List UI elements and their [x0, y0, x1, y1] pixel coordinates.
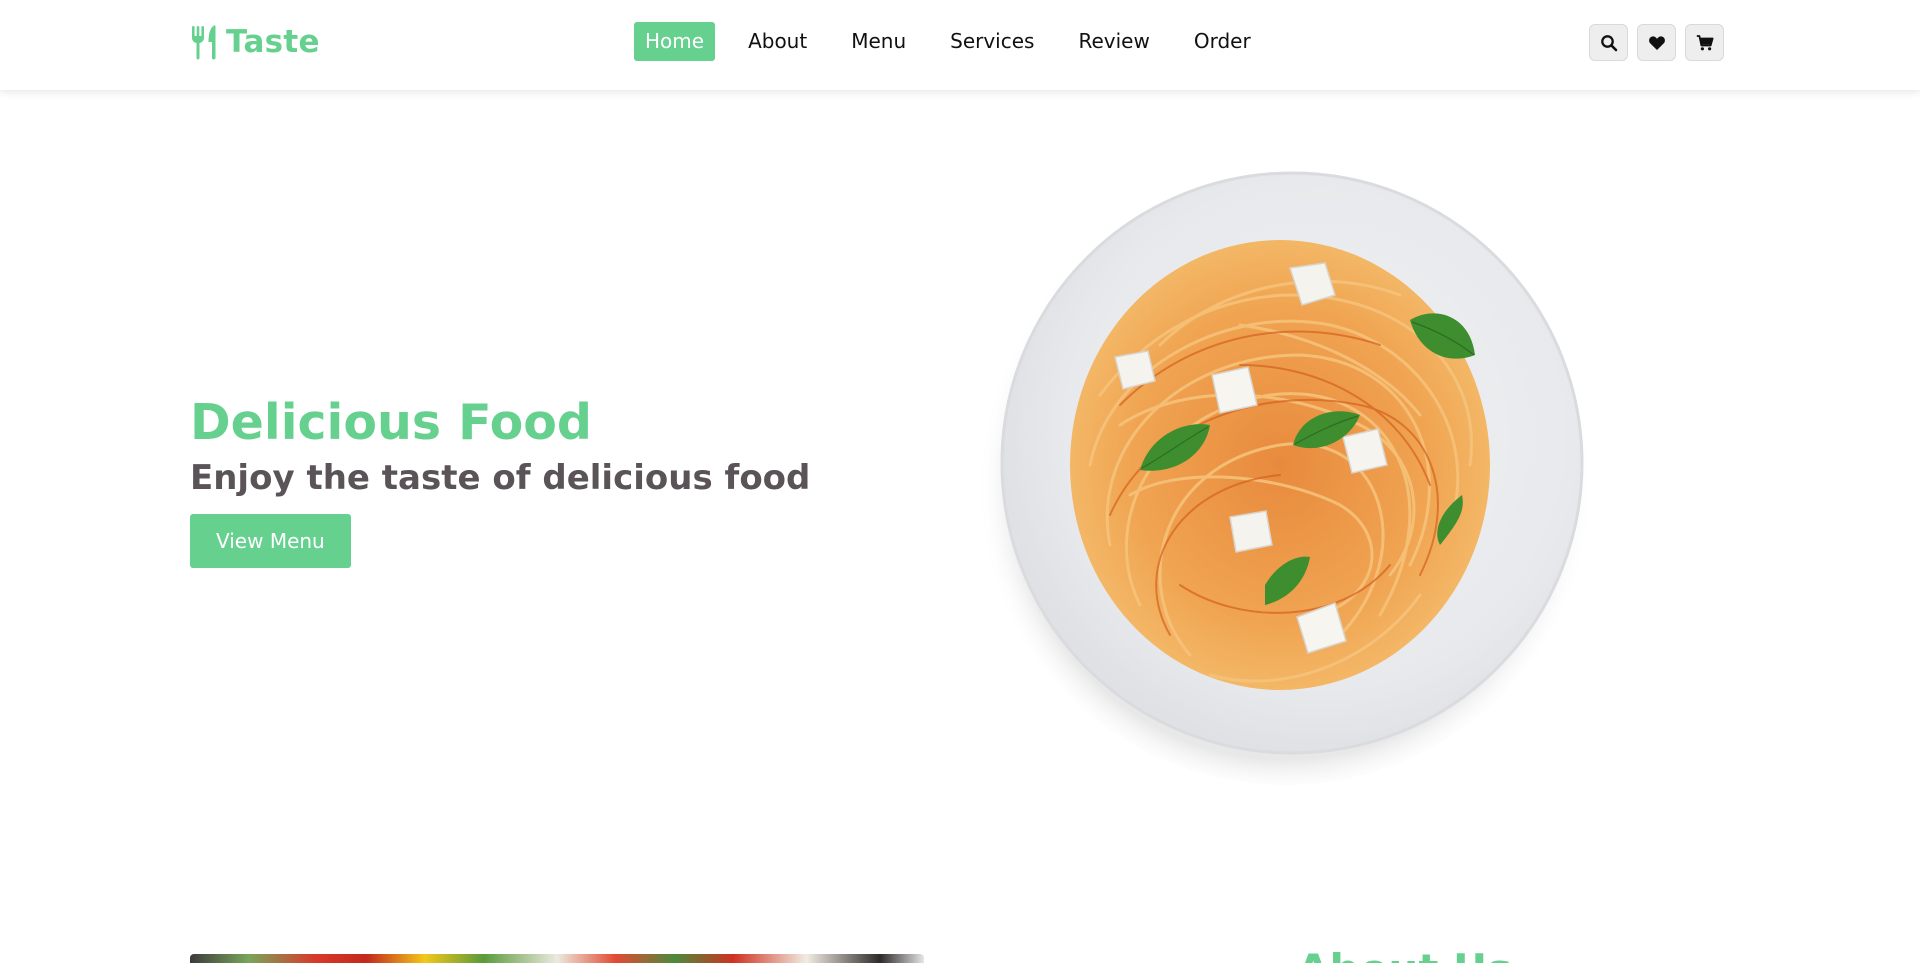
about-section-heading: About Us	[1297, 950, 1512, 963]
nav-item-home[interactable]: Home	[634, 22, 716, 61]
search-icon	[1600, 34, 1617, 51]
view-menu-button[interactable]: View Menu	[190, 514, 351, 568]
spaghetti-plate-image	[980, 165, 1593, 785]
nav-item-about[interactable]: About	[737, 22, 818, 61]
search-button[interactable]	[1589, 24, 1628, 61]
wishlist-button[interactable]	[1637, 24, 1676, 61]
main-nav: Home About Menu Services Review Order	[634, 22, 1284, 61]
site-header: Taste Home About Menu Services Review Or…	[0, 0, 1920, 90]
cart-button[interactable]	[1685, 24, 1724, 61]
vegetables-banner-image	[190, 954, 924, 963]
nav-item-menu[interactable]: Menu	[840, 22, 917, 61]
header-actions	[1589, 24, 1724, 61]
cart-icon	[1696, 34, 1713, 50]
hero-subtitle: Enjoy the taste of delicious food	[190, 458, 811, 498]
nav-item-order[interactable]: Order	[1183, 22, 1262, 61]
nav-item-services[interactable]: Services	[939, 22, 1045, 61]
heart-icon	[1648, 35, 1665, 50]
brand-name: Taste	[226, 24, 320, 60]
nav-item-review[interactable]: Review	[1067, 22, 1160, 61]
hero-content: Delicious Food Enjoy the taste of delici…	[190, 393, 890, 568]
hero-title: Delicious Food	[190, 394, 593, 451]
brand-logo[interactable]: Taste	[190, 22, 320, 62]
fork-knife-icon	[192, 25, 216, 60]
